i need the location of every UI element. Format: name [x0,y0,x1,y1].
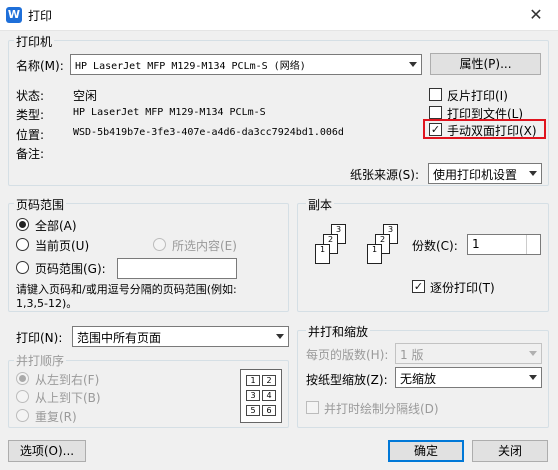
copies-count-input[interactable]: 1 [467,234,541,255]
copies-stack-icon: 3 2 1 [365,224,410,284]
spin-down-icon[interactable] [526,244,540,254]
pages-per-sheet-value: 1 版 [400,348,424,362]
print-dialog: 打印机 名称(M): HP LaserJet MFP M129-M134 PCL… [0,31,558,470]
grid-cell: 1 [246,375,260,386]
printer-name-value: HP LaserJet MFP M129-M134 PCLm-S (网络) [75,61,306,72]
page-icon: 1 [367,244,382,264]
print-what-value: 范围中所有页面 [77,331,162,345]
chevron-down-icon [529,375,537,380]
scale-select[interactable]: 无缩放 [395,367,542,388]
ok-button[interactable]: 确定 [388,440,464,462]
left-to-right-radio[interactable] [16,372,29,385]
collate-checkbox[interactable]: ✓ [412,280,425,293]
page-icon: 1 [315,244,330,264]
page-range-group-label: 页码范围 [14,196,67,213]
copies-group-label: 副本 [306,196,335,213]
printer-name-label: 名称(M): [16,59,64,73]
repeat-label: 重复(R) [35,410,77,424]
chevron-down-icon [529,351,537,356]
grid-cell: 5 [246,405,260,416]
grid-cell: 6 [262,405,276,416]
all-pages-radio[interactable] [16,218,29,231]
zoom-group-label: 并打和缩放 [306,323,371,340]
type-label: 类型: [16,108,45,122]
chevron-down-icon [529,171,537,176]
order-group-label: 并打顺序 [14,352,67,369]
scale-value: 无缩放 [400,372,437,386]
chevron-down-icon [409,62,417,67]
paper-source-select[interactable]: 使用打印机设置 [428,163,542,184]
title-bar: W 打印 ✕ [0,0,558,31]
page-order-grid-icon: 1 2 3 4 5 6 [240,369,282,423]
copies-stack-icon: 3 2 1 [313,224,358,284]
printer-group-label: 打印机 [14,33,55,50]
printer-name-select[interactable]: HP LaserJet MFP M129-M134 PCLm-S (网络) [70,54,422,75]
top-to-bottom-radio[interactable] [16,390,29,403]
window-title: 打印 [28,9,53,23]
copies-count-label: 份数(C): [412,239,458,253]
copies-count-value: 1 [472,237,480,251]
page-range-radio[interactable] [16,261,29,274]
chevron-down-icon [276,334,284,339]
grid-cell: 3 [246,390,260,401]
location-value: WSD-5b419b7e-3fe3-407e-a4d6-da3cc7924bd1… [73,127,344,138]
reverse-print-checkbox[interactable] [429,88,442,101]
grid-cell: 4 [262,390,276,401]
grid-cell: 2 [262,375,276,386]
selection-label: 所选内容(E) [172,239,237,253]
page-range-input[interactable] [117,258,237,279]
current-page-label: 当前页(U) [35,239,90,253]
left-to-right-label: 从左到右(F) [35,373,100,387]
collate-label: 逐份打印(T) [430,281,495,295]
close-button[interactable]: 关闭 [472,440,548,462]
print-to-file-checkbox[interactable] [429,106,442,119]
page-range-label: 页码范围(G): [35,262,106,276]
print-what-label: 打印(N): [16,331,63,345]
wps-app-icon: W [6,7,22,23]
draw-borders-checkbox[interactable] [306,401,319,414]
selection-radio[interactable] [153,238,166,251]
type-value: HP LaserJet MFP M129-M134 PCLm-S [73,107,266,118]
page-range-hint: 请键入页码和/或用逗号分隔的页码范围(例如: 1,3,5-12)。 [16,283,237,310]
properties-button[interactable]: 属性(P)... [430,53,541,75]
reverse-print-label: 反片打印(I) [447,89,508,103]
manual-duplex-label: 手动双面打印(X) [447,124,537,138]
options-button[interactable]: 选项(O)... [8,440,86,462]
comment-label: 备注: [16,147,45,161]
draw-borders-label: 并打时绘制分隔线(D) [324,402,439,416]
pages-per-sheet-select[interactable]: 1 版 [395,343,542,364]
manual-duplex-checkbox[interactable]: ✓ [429,123,442,136]
status-value: 空闲 [73,89,98,103]
all-pages-label: 全部(A) [35,219,77,233]
scale-label: 按纸型缩放(Z): [306,373,388,387]
print-what-select[interactable]: 范围中所有页面 [72,326,289,347]
current-page-radio[interactable] [16,238,29,251]
top-to-bottom-label: 从上到下(B) [35,391,101,405]
repeat-radio[interactable] [16,409,29,422]
paper-source-value: 使用打印机设置 [433,168,518,182]
window-close-icon[interactable]: ✕ [524,4,548,26]
paper-source-label: 纸张来源(S): [350,168,420,182]
location-label: 位置: [16,128,45,142]
status-label: 状态: [16,89,45,103]
pages-per-sheet-label: 每页的版数(H): [306,348,389,362]
